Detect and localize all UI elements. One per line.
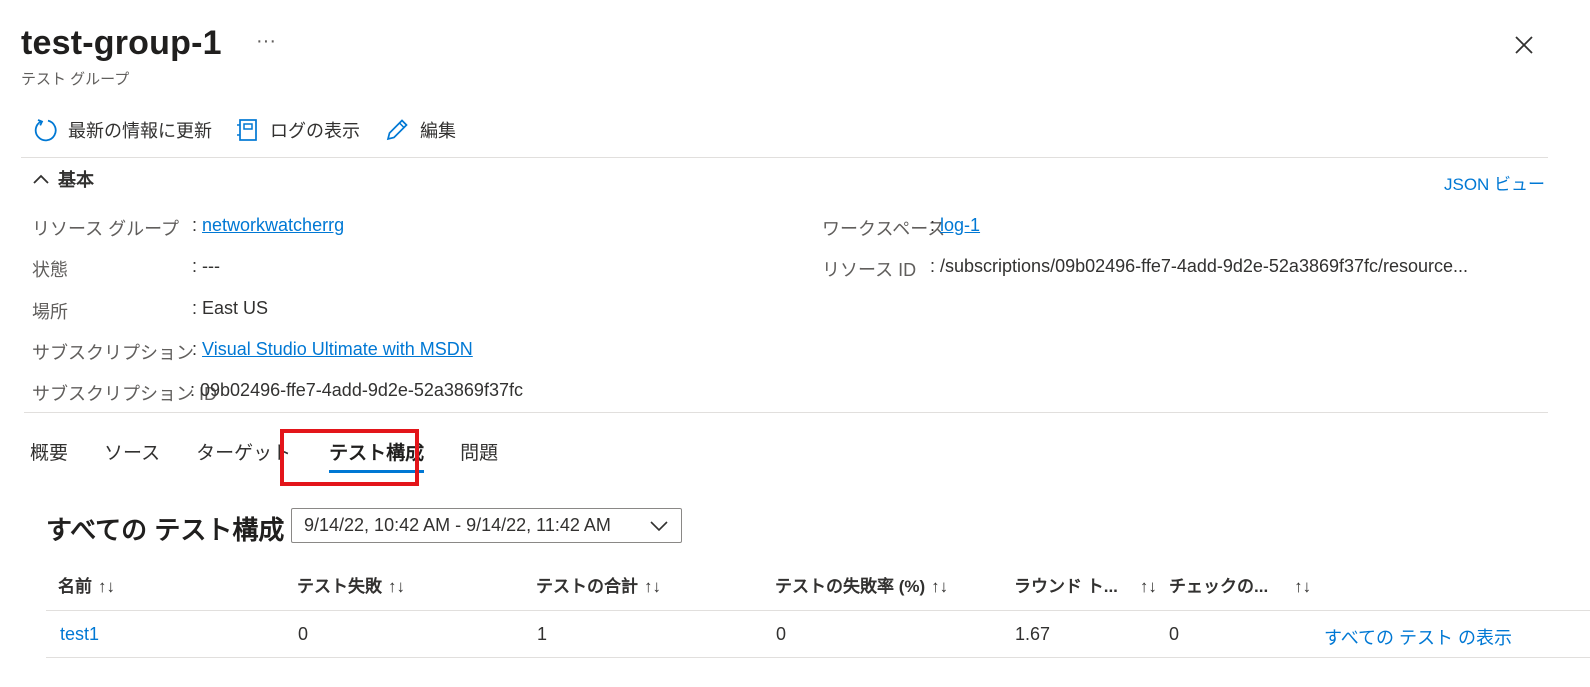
edit-button[interactable]: 編集 (372, 112, 468, 148)
status-text: --- (202, 256, 220, 276)
time-range-value: 9/14/22, 10:42 AM - 9/14/22, 11:42 AM (304, 515, 611, 535)
test-config-heading: すべての テスト構成 (46, 515, 285, 545)
table-divider (46, 610, 1590, 611)
resource-group-label: リソース グループ (32, 219, 180, 239)
view-logs-button[interactable]: ログの表示 (224, 112, 372, 148)
json-view-link[interactable]: JSON ビュー (1444, 170, 1545, 195)
tab-targets[interactable]: ターゲット (196, 428, 291, 475)
essentials-toggle[interactable]: 基本 (32, 166, 94, 192)
resource-group-value: : networkwatcherrg (192, 215, 345, 235)
close-icon (1515, 36, 1533, 54)
resource-id-label: リソース ID (822, 260, 917, 280)
page-title: test-group-1 (21, 24, 222, 62)
column-header-round-trip[interactable]: ラウンド ト... ↑↓ (1014, 572, 1157, 597)
location-value: : East US (192, 298, 269, 318)
tab-issues[interactable]: 問題 (460, 428, 498, 475)
status-label: 状態 (32, 260, 68, 280)
column-label: 名前 (58, 577, 92, 596)
tab-bar: 概要 ソース ターゲット テスト構成 問題 (30, 428, 534, 478)
column-label: テストの失敗率 (%) (775, 577, 926, 596)
divider (21, 157, 1548, 158)
column-header-total-tests[interactable]: テストの合計 ↑↓ (536, 572, 661, 597)
sort-icon[interactable]: ↑↓ (1294, 577, 1311, 596)
close-button[interactable] (1510, 31, 1538, 59)
column-header-tests-failed[interactable]: テスト失敗 ↑↓ (297, 572, 405, 597)
refresh-button[interactable]: 最新の情報に更新 (20, 112, 224, 148)
tab-overview[interactable]: 概要 (30, 428, 68, 475)
row-round-trip: 1.67 (1015, 624, 1051, 644)
row-tests-failed: 0 (298, 624, 309, 644)
sort-icon[interactable]: ↑↓ (644, 577, 661, 596)
workspace-label: ワークスペース (822, 219, 946, 239)
column-label: ラウンド ト... (1014, 577, 1118, 596)
pencil-icon (386, 119, 408, 141)
column-label: テストの合計 (536, 577, 638, 596)
view-all-tests-link[interactable]: すべての テスト の表示 (1324, 624, 1512, 650)
sort-icon[interactable]: ↑↓ (1140, 577, 1157, 596)
resource-id-text: /subscriptions/09b02496-ffe7-4add-9d2e-5… (940, 256, 1469, 276)
refresh-icon (34, 119, 57, 142)
time-range-dropdown[interactable]: 9/14/22, 10:42 AM - 9/14/22, 11:42 AM (291, 508, 682, 543)
more-actions-button[interactable]: ··· (256, 30, 276, 53)
resource-id-value: : /subscriptions/09b02496-ffe7-4add-9d2e… (930, 256, 1469, 276)
sort-icon[interactable]: ↑↓ (98, 577, 115, 596)
subscription-label: サブスクリプション (32, 343, 194, 363)
column-label: テスト失敗 (297, 577, 382, 596)
column-header-name[interactable]: 名前 ↑↓ (58, 572, 115, 597)
subscription-link[interactable]: Visual Studio Ultimate with MSDN (202, 339, 473, 359)
subscription-value: : Visual Studio Ultimate with MSDN (192, 339, 473, 359)
row-checks: 0 (1169, 624, 1180, 644)
view-logs-label: ログの表示 (270, 121, 360, 141)
refresh-label: 最新の情報に更新 (68, 121, 212, 141)
divider (24, 412, 1548, 413)
workspace-link[interactable]: log-1 (940, 215, 980, 235)
chevron-up-icon (33, 174, 49, 184)
command-bar: 最新の情報に更新 ログの表示 編集 (20, 112, 468, 148)
row-name-link[interactable]: test1 (60, 624, 99, 645)
sort-icon[interactable]: ↑↓ (931, 577, 948, 596)
chevron-down-icon (650, 521, 668, 532)
column-header-fail-rate[interactable]: テストの失敗率 (%) ↑↓ (775, 572, 948, 597)
location-text: East US (202, 298, 269, 318)
subscription-id-value: : 09b02496-ffe7-4add-9d2e-52a3869f37fc (190, 380, 523, 400)
log-icon (237, 119, 257, 141)
workspace-value: : log-1 (930, 215, 981, 235)
subscription-id-text: 09b02496-ffe7-4add-9d2e-52a3869f37fc (200, 380, 523, 400)
tab-test-configuration[interactable]: テスト構成 (329, 428, 425, 475)
tab-sources[interactable]: ソース (104, 428, 160, 475)
page-subtitle: テスト グループ (21, 71, 130, 88)
column-header-checks[interactable]: チェックの... ↑↓ (1169, 572, 1311, 597)
essentials-label: 基本 (58, 170, 94, 190)
edit-label: 編集 (420, 121, 456, 141)
row-total-tests: 1 (537, 624, 548, 644)
resource-group-link[interactable]: networkwatcherrg (202, 215, 344, 235)
location-label: 場所 (32, 302, 68, 322)
row-fail-rate: 0 (776, 624, 787, 644)
status-value: : --- (192, 256, 220, 276)
column-label: チェックの... (1169, 577, 1269, 596)
table-divider (46, 657, 1590, 658)
sort-icon[interactable]: ↑↓ (388, 577, 405, 596)
